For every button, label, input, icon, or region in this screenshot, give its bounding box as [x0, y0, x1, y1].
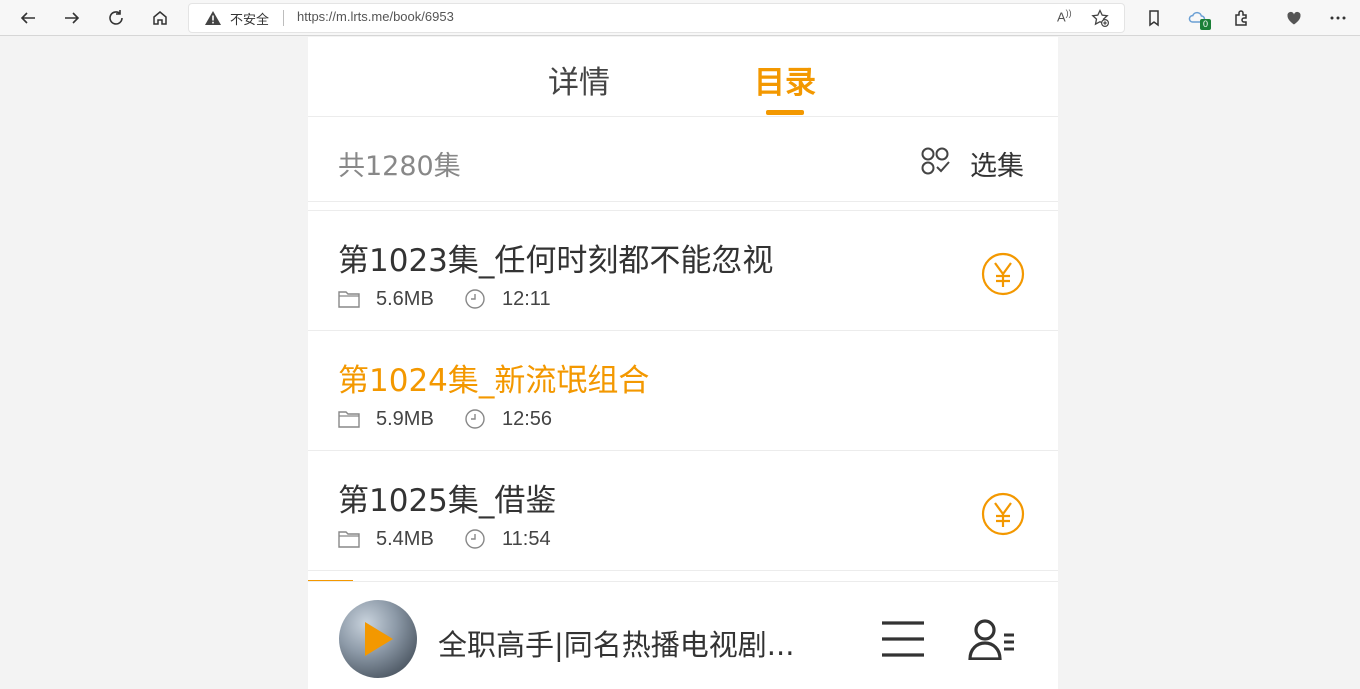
divider [283, 10, 284, 26]
more-button[interactable] [1323, 3, 1353, 33]
home-button[interactable] [145, 3, 175, 33]
tab-catalog[interactable]: 目录 [754, 57, 816, 102]
clock-icon [465, 289, 485, 309]
refresh-icon [109, 10, 123, 25]
home-icon [153, 11, 167, 25]
playlist-icon[interactable] [880, 619, 924, 659]
album-cover[interactable] [339, 600, 417, 678]
episode-title[interactable]: 第1025集_借鉴 [338, 475, 556, 520]
mini-player: 全职高手|同名热播电视剧... [308, 581, 1058, 689]
add-favorite-icon[interactable] [1091, 9, 1109, 27]
catalog-summary: 共1280集 选集 [308, 118, 1058, 202]
yuan-icon[interactable] [981, 252, 1025, 296]
play-icon[interactable] [365, 622, 393, 656]
folder-icon [338, 531, 360, 548]
tab-bar: 详情 目录 [308, 37, 1058, 117]
clock-icon [465, 409, 485, 429]
now-playing-title[interactable]: 全职高手|同名热播电视剧... [438, 622, 794, 664]
more-icon [1330, 16, 1346, 20]
episode-item-playing[interactable]: 第1024集_新流氓组合 5.9MB 12:56 [308, 331, 1058, 451]
favorites-button[interactable] [1139, 3, 1169, 33]
episode-item[interactable]: 第1023集_任何时刻都不能忽视 5.6MB 12:11 [308, 211, 1058, 331]
address-bar[interactable]: 不安全 https://m.lrts.me/book/6953 A)) [188, 3, 1125, 33]
refresh-button[interactable] [101, 3, 131, 33]
heart-icon [1287, 11, 1301, 25]
favorites-icon [1149, 10, 1159, 27]
episode-title[interactable]: 第1023集_任何时刻都不能忽视 [338, 235, 773, 280]
episode-count: 共1280集 [338, 151, 461, 182]
episode-duration: 11:54 [502, 527, 551, 550]
back-button[interactable] [13, 3, 43, 33]
forward-button[interactable] [57, 3, 87, 33]
select-episodes-button[interactable]: 选集 [970, 144, 1024, 183]
select-episodes-icon[interactable] [920, 146, 952, 178]
heart-button[interactable] [1279, 3, 1309, 33]
episode-size: 5.6MB [376, 287, 434, 310]
security-label[interactable]: 不安全 [230, 9, 269, 28]
book-page: 详情 目录 共1280集 选集 第1023集_任何时刻都不能忽视 5.6MB 1… [308, 37, 1058, 689]
yuan-icon[interactable] [981, 492, 1025, 536]
user-list-icon[interactable] [968, 618, 1020, 660]
forward-icon [65, 12, 80, 24]
browser-toolbar: 不安全 https://m.lrts.me/book/6953 A)) 0 [0, 0, 1360, 36]
episode-duration: 12:11 [502, 287, 551, 310]
warning-icon[interactable] [205, 11, 221, 25]
extensions-button[interactable] [1227, 3, 1257, 33]
episode-meta: 5.9MB 12:56 [338, 407, 552, 431]
episode-title[interactable]: 第1024集_新流氓组合 [338, 355, 649, 400]
active-tab-indicator [766, 110, 804, 115]
folder-icon [338, 411, 360, 428]
episode-meta: 5.6MB 12:11 [338, 287, 551, 311]
tab-detail[interactable]: 详情 [548, 57, 610, 102]
read-aloud-icon[interactable]: A)) [1057, 8, 1072, 24]
back-icon [20, 12, 35, 24]
collections-badge: 0 [1200, 19, 1211, 30]
episode-size: 5.4MB [376, 527, 434, 550]
episode-size: 5.9MB [376, 407, 434, 430]
extensions-icon [1235, 10, 1247, 26]
episode-item[interactable]: 第1025集_借鉴 5.4MB 11:54 [308, 451, 1058, 571]
episode-meta: 5.4MB 11:54 [338, 527, 551, 551]
clock-icon [465, 529, 485, 549]
folder-icon [338, 291, 360, 308]
read-aloud-label: A [1057, 9, 1066, 25]
url-text[interactable]: https://m.lrts.me/book/6953 [297, 9, 454, 24]
episode-duration: 12:56 [502, 407, 553, 430]
